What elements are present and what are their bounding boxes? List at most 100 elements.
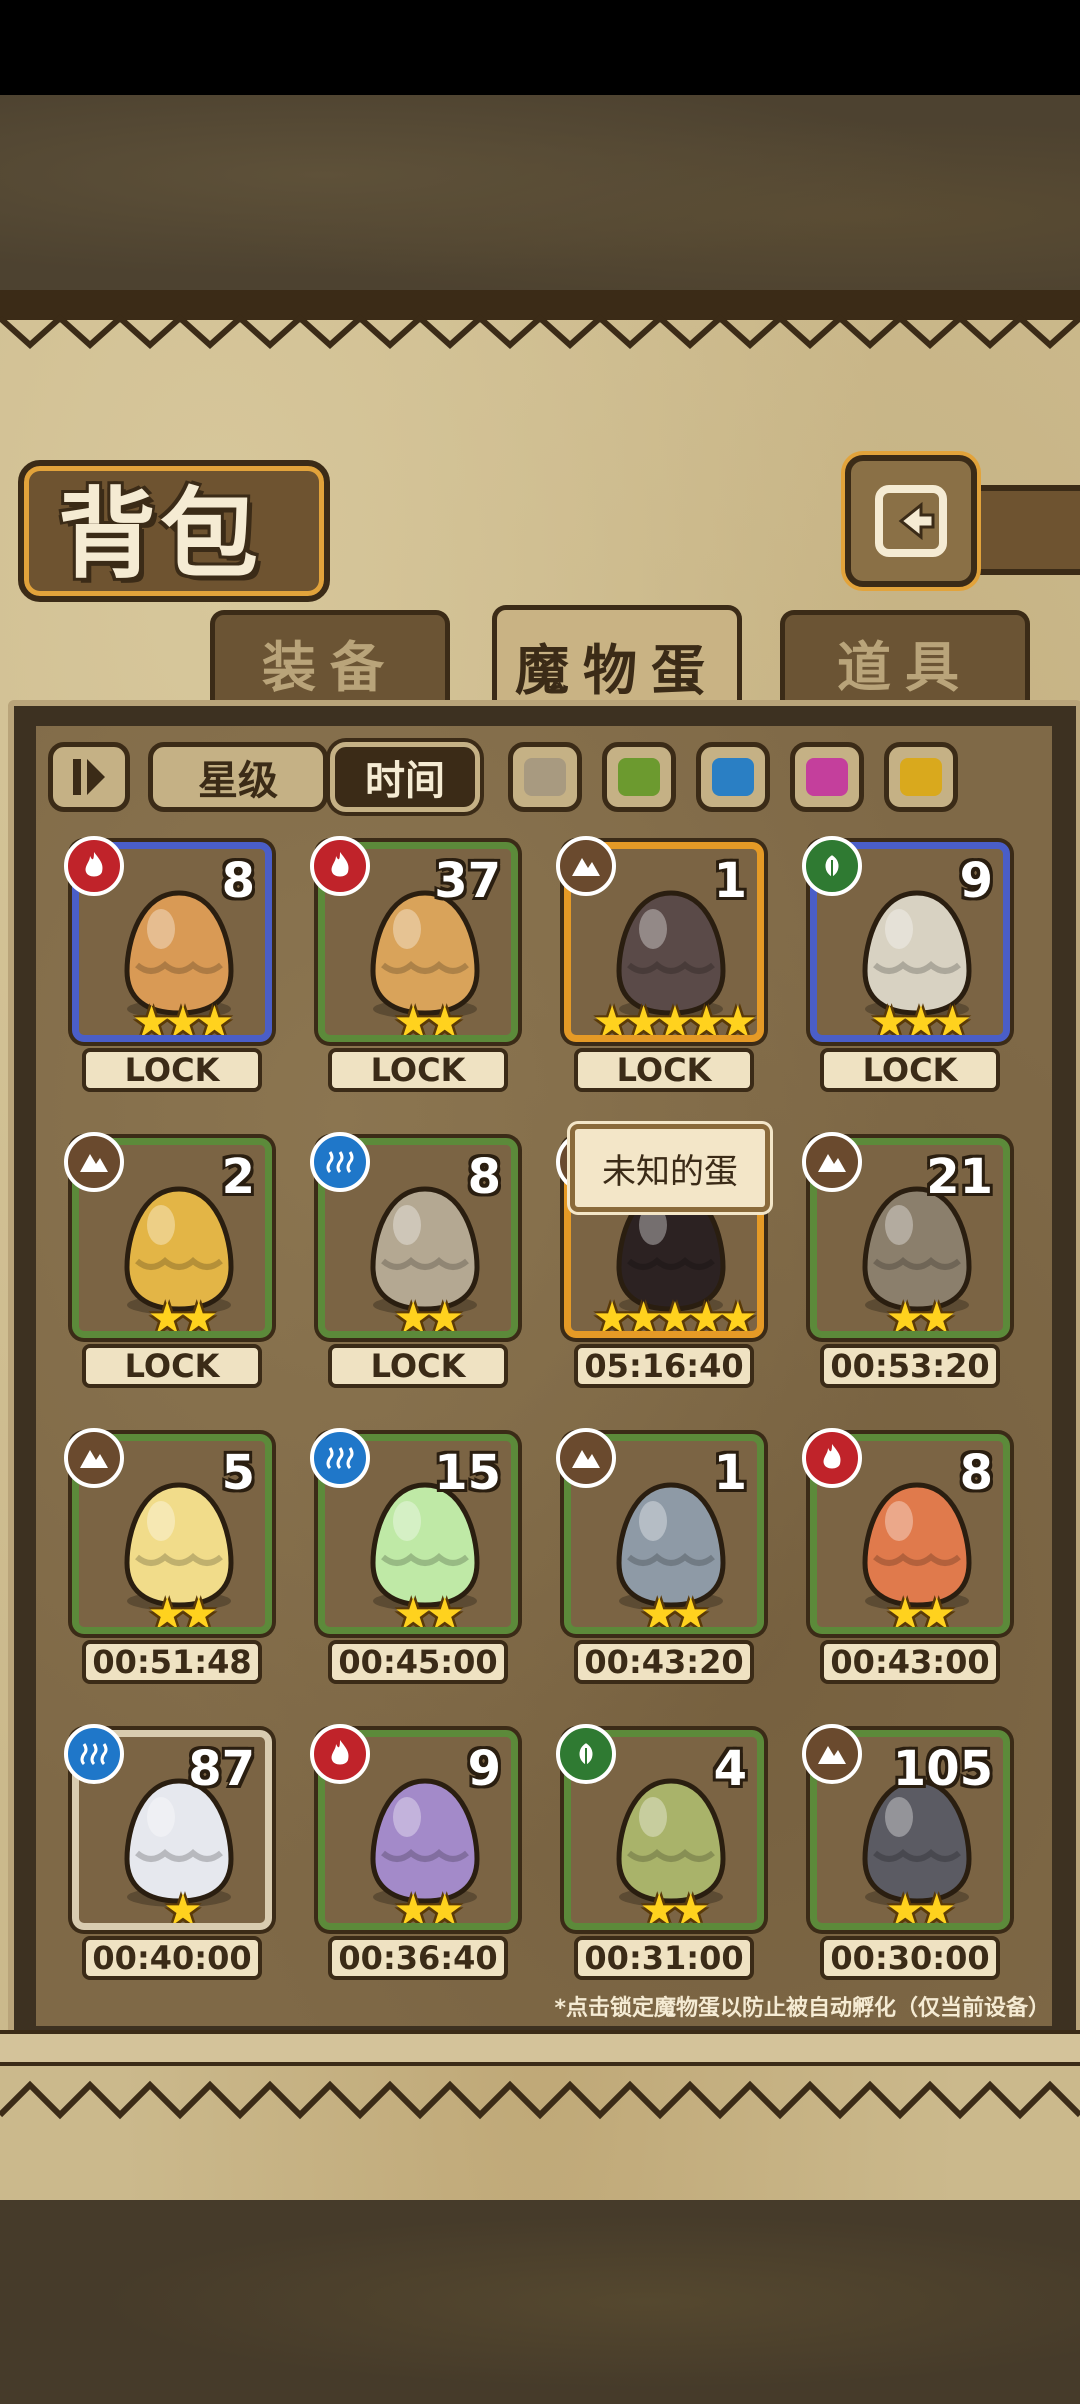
grass-element-icon bbox=[823, 852, 841, 880]
earth-element-icon bbox=[818, 1746, 846, 1764]
earth-element-icon bbox=[572, 858, 600, 876]
hatch-timer: 00:53:20 bbox=[820, 1344, 1000, 1388]
map-background-top bbox=[0, 95, 1080, 295]
egg-card[interactable]: 2 ★★ LOCK bbox=[64, 1132, 272, 1418]
star-rating: ★★ bbox=[393, 1589, 465, 1634]
lock-button[interactable]: LOCK bbox=[328, 1344, 508, 1388]
color-swatch-fill bbox=[524, 758, 566, 796]
hatch-timer: 05:16:40 bbox=[574, 1344, 754, 1388]
back-arrow-icon bbox=[875, 485, 947, 557]
lock-button[interactable]: LOCK bbox=[574, 1048, 754, 1092]
egg-count: 9 bbox=[467, 1741, 501, 1797]
element-badge bbox=[802, 1428, 862, 1488]
color-filter-swatch[interactable] bbox=[602, 742, 676, 812]
star-rating: ★★ bbox=[885, 1885, 957, 1930]
star-rating: ★★ bbox=[885, 1293, 957, 1338]
element-badge bbox=[64, 1724, 124, 1784]
color-filter-swatch[interactable] bbox=[790, 742, 864, 812]
star-rating: ★★ bbox=[639, 1589, 711, 1634]
tab-items[interactable]: 道具 bbox=[780, 610, 1030, 710]
egg-card[interactable]: 21 ★★ 00:53:20 bbox=[802, 1132, 1010, 1418]
hatch-timer: 00:43:20 bbox=[574, 1640, 754, 1684]
tab-label: 装备 bbox=[262, 636, 398, 699]
egg-tooltip: 未知的蛋 bbox=[570, 1124, 770, 1212]
egg-count: 2 bbox=[221, 1149, 255, 1205]
tab-label: 道具 bbox=[837, 636, 973, 699]
color-filter-swatch[interactable] bbox=[884, 742, 958, 812]
egg-card[interactable]: 15 ★★ 00:45:00 bbox=[310, 1428, 518, 1714]
egg-card[interactable]: 1 ★★★★★ LOCK bbox=[556, 836, 764, 1122]
egg-card[interactable]: 37 ★★ LOCK bbox=[310, 836, 518, 1122]
egg-card[interactable]: 87 ★ 00:40:00 bbox=[64, 1724, 272, 2010]
egg-card[interactable]: 1 ★★ 00:43:20 bbox=[556, 1428, 764, 1714]
fire-element-icon bbox=[331, 852, 349, 877]
hatch-timer: 00:45:00 bbox=[328, 1640, 508, 1684]
egg-card[interactable]: 8 ★★ LOCK bbox=[310, 1132, 518, 1418]
earth-element-icon bbox=[572, 1450, 600, 1468]
fire-element-icon bbox=[331, 1740, 349, 1765]
color-swatch-fill bbox=[712, 758, 754, 796]
element-badge bbox=[64, 836, 124, 896]
earth-element-icon bbox=[818, 1154, 846, 1172]
color-filter-swatch[interactable] bbox=[508, 742, 582, 812]
grass-element-icon bbox=[577, 1740, 595, 1768]
star-rating: ★ bbox=[163, 1885, 202, 1930]
sort-toggle-icon bbox=[73, 759, 105, 795]
hatch-timer: 00:40:00 bbox=[82, 1936, 262, 1980]
star-rating: ★★★★★ bbox=[592, 997, 757, 1042]
egg-count: 8 bbox=[959, 1445, 993, 1501]
element-badge bbox=[802, 836, 862, 896]
egg-card[interactable]: 105 ★★ 00:30:00 bbox=[802, 1724, 1010, 2010]
star-rating: ★★★ bbox=[131, 997, 234, 1042]
lock-button[interactable]: LOCK bbox=[820, 1048, 1000, 1092]
water-element-icon bbox=[326, 1151, 354, 1174]
color-filter-swatch[interactable] bbox=[696, 742, 770, 812]
hatch-timer: 00:43:00 bbox=[820, 1640, 1000, 1684]
egg-card[interactable]: 4 ★★ 00:31:00 bbox=[556, 1724, 764, 2010]
footnote: *点击锁定魔物蛋以防止被自动孵化（仅当前设备） bbox=[554, 1996, 1050, 2021]
star-rating: ★★★★★ bbox=[592, 1293, 757, 1338]
lock-button[interactable]: LOCK bbox=[328, 1048, 508, 1092]
lock-button[interactable]: LOCK bbox=[82, 1048, 262, 1092]
star-rating: ★★ bbox=[393, 997, 465, 1042]
egg-count: 87 bbox=[188, 1741, 255, 1797]
egg-count: 4 bbox=[713, 1741, 747, 1797]
panel-bottom-rail bbox=[0, 2030, 1080, 2066]
hatch-timer: 00:30:00 bbox=[820, 1936, 1000, 1980]
egg-count: 105 bbox=[892, 1741, 993, 1797]
element-badge bbox=[556, 1428, 616, 1488]
element-badge bbox=[310, 836, 370, 896]
element-badge bbox=[310, 1428, 370, 1488]
star-rating: ★★ bbox=[639, 1885, 711, 1930]
star-rating: ★★★ bbox=[869, 997, 972, 1042]
hatch-timer: 00:51:48 bbox=[82, 1640, 262, 1684]
page-title: 背包 bbox=[58, 477, 263, 592]
element-badge bbox=[802, 1132, 862, 1192]
egg-count: 8 bbox=[467, 1149, 501, 1205]
sort-order-button[interactable] bbox=[48, 742, 130, 812]
egg-card[interactable]: 5 ★★ 00:51:48 bbox=[64, 1428, 272, 1714]
egg-card[interactable]: 8 ★★★ LOCK bbox=[64, 836, 272, 1122]
fire-element-icon bbox=[85, 852, 103, 877]
lock-button[interactable]: LOCK bbox=[82, 1344, 262, 1388]
earth-element-icon bbox=[80, 1154, 108, 1172]
back-button[interactable] bbox=[845, 455, 977, 587]
sort-by-rarity-button[interactable]: 星级 bbox=[148, 742, 328, 812]
water-element-icon bbox=[80, 1743, 108, 1766]
element-badge bbox=[310, 1132, 370, 1192]
zigzag-border-bottom bbox=[0, 2080, 1080, 2120]
egg-card[interactable]: 9 ★★★ LOCK bbox=[802, 836, 1010, 1122]
fire-element-icon bbox=[823, 1444, 841, 1469]
star-rating: ★★ bbox=[147, 1293, 219, 1338]
tab-equipment[interactable]: 装备 bbox=[210, 610, 450, 710]
egg-count: 21 bbox=[926, 1149, 993, 1205]
egg-card[interactable]: 9 ★★ 00:36:40 bbox=[310, 1724, 518, 2010]
sort-by-time-button[interactable]: 时间 bbox=[330, 742, 480, 812]
zigzag-border-top bbox=[0, 290, 1080, 350]
egg-count: 1 bbox=[713, 1445, 747, 1501]
sort-by-rarity-label: 星级 bbox=[198, 758, 278, 804]
egg-card[interactable]: 8 ★★ 00:43:00 bbox=[802, 1428, 1010, 1714]
element-badge bbox=[64, 1428, 124, 1488]
egg-count: 1 bbox=[713, 853, 747, 909]
element-badge bbox=[802, 1724, 862, 1784]
